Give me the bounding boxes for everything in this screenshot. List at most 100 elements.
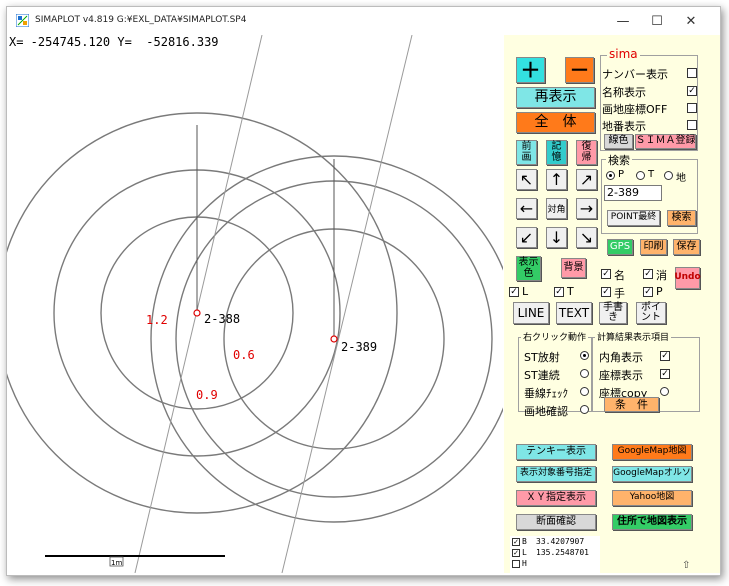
- pan-up-left-button[interactable]: ↖: [516, 169, 537, 190]
- sima-group-title: sima: [607, 47, 640, 61]
- show-name-checkbox[interactable]: ✓: [601, 269, 611, 279]
- yahoo-map-button[interactable]: Yahoo地図: [612, 490, 692, 506]
- sima-option-label: 画地座標OFF: [602, 103, 668, 116]
- number-display-checkbox[interactable]: [687, 68, 697, 78]
- parcel-coord-off-checkbox[interactable]: [687, 103, 697, 113]
- print-button[interactable]: 印刷: [640, 239, 667, 255]
- minimize-button[interactable]: —: [608, 9, 638, 33]
- arrow-down-right-icon: ↘: [579, 228, 594, 247]
- calc-option-label: 内角表示: [599, 351, 643, 364]
- distance-label: 1.2: [146, 313, 168, 327]
- control-panel: ＋ － 再表示 全 体 sima ナンバー表示 名称表示 ✓ 画地座標OFF 地…: [504, 35, 720, 573]
- gps-button[interactable]: GPS: [607, 239, 633, 255]
- prev-screen-button[interactable]: 前 画: [516, 140, 537, 165]
- background-button[interactable]: 背景: [561, 258, 586, 278]
- latitude-value: 33.4207907: [536, 537, 585, 546]
- sima-register-button[interactable]: ＳＩＭＡ登録: [635, 134, 696, 149]
- googlemap-button[interactable]: GoogleMap地図: [612, 444, 692, 460]
- fit-all-button[interactable]: 全 体: [516, 112, 595, 133]
- search-button[interactable]: 検索: [667, 210, 696, 226]
- show-p-checkbox[interactable]: ✓: [643, 287, 653, 297]
- arrow-right-icon: →: [579, 199, 594, 218]
- search-type-t-radio[interactable]: [636, 171, 645, 180]
- search-type-label: T: [648, 169, 655, 180]
- point-button[interactable]: ポイ ント: [636, 302, 666, 324]
- boundary-line-2: [281, 35, 413, 573]
- right-click-option-label: ST放射: [524, 351, 560, 364]
- perpendicular-check-radio[interactable]: [580, 387, 589, 396]
- check-label: L: [522, 285, 529, 298]
- tenkey-button[interactable]: テンキー表示: [516, 444, 596, 460]
- minimize-icon: —: [616, 13, 630, 29]
- window-title: SIMAPLOT v4.819 G:¥EXL_DATA¥SIMAPLOT.SP4: [35, 15, 247, 25]
- arrow-down-icon: ↓: [549, 228, 564, 247]
- pan-left-button[interactable]: ←: [516, 198, 537, 219]
- point-last-button[interactable]: POINT最終: [607, 210, 660, 226]
- search-group-title: 検索: [606, 152, 632, 168]
- pan-right-button[interactable]: →: [576, 198, 597, 219]
- point-label-388: 2-388: [204, 312, 240, 326]
- pan-down-button[interactable]: ↓: [546, 227, 567, 248]
- st-continuous-radio[interactable]: [580, 369, 589, 378]
- handwrite-button[interactable]: 手書 き: [599, 302, 627, 324]
- undo-button[interactable]: Undo: [674, 267, 701, 289]
- maximize-button[interactable]: ☐: [642, 9, 672, 33]
- search-type-p-radio[interactable]: [606, 171, 615, 180]
- show-t-checkbox[interactable]: ✓: [554, 287, 564, 297]
- save-button[interactable]: 保存: [673, 239, 700, 255]
- show-erase-checkbox[interactable]: ✓: [643, 269, 653, 279]
- text-button[interactable]: TEXT: [556, 302, 592, 324]
- redraw-button[interactable]: 再表示: [516, 87, 595, 108]
- latitude-checkbox[interactable]: ✓: [512, 538, 520, 546]
- diagonal-button[interactable]: 対角: [546, 198, 567, 219]
- show-hand-checkbox[interactable]: ✓: [601, 287, 611, 297]
- pan-up-right-button[interactable]: ↗: [576, 169, 597, 190]
- zoom-in-button[interactable]: ＋: [516, 57, 545, 83]
- check-label: 消: [656, 269, 667, 282]
- plot-canvas[interactable]: X= -254745.120 Y= -52816.339 2-388 2-389…: [7, 35, 503, 573]
- plot-drawing: 2-388 2-389 1.2 0.6 0.9 1m: [7, 35, 503, 573]
- memory-button[interactable]: 記 憶: [546, 140, 567, 165]
- longitude-checkbox[interactable]: ✓: [512, 549, 520, 557]
- googlemap-ortho-button[interactable]: GoogleMapオルソ: [612, 466, 692, 482]
- coord-copy-radio[interactable]: [660, 387, 669, 396]
- show-l-checkbox[interactable]: ✓: [509, 287, 519, 297]
- pan-up-button[interactable]: ↑: [546, 169, 567, 190]
- address-map-button[interactable]: 住所で地図表示: [612, 514, 692, 530]
- right-click-option-label: ST連続: [524, 369, 560, 382]
- zoom-out-button[interactable]: －: [565, 57, 594, 83]
- inner-angle-checkbox[interactable]: ✓: [660, 351, 670, 361]
- lot-number-checkbox[interactable]: [687, 120, 697, 130]
- display-color-button[interactable]: 表示 色: [516, 256, 541, 281]
- point-marker-388[interactable]: [193, 309, 201, 317]
- calc-result-title: 計算結果表示項目: [595, 330, 672, 343]
- resize-up-icon[interactable]: ⇧: [682, 560, 690, 571]
- search-type-lot-radio[interactable]: [664, 171, 673, 180]
- cross-section-button[interactable]: 断面確認: [516, 514, 596, 530]
- app-icon: [16, 14, 29, 27]
- line-color-button[interactable]: 線色: [604, 134, 633, 149]
- check-label: 名: [614, 269, 625, 282]
- restore-button[interactable]: 復 帰: [576, 140, 597, 165]
- right-click-title: 右クリック動作: [521, 330, 589, 343]
- height-checkbox[interactable]: [512, 560, 520, 568]
- coord-display-checkbox[interactable]: ✓: [660, 369, 670, 379]
- st-radial-radio[interactable]: [580, 351, 589, 360]
- parcel-confirm-radio[interactable]: [580, 405, 589, 414]
- close-button[interactable]: ✕: [676, 9, 706, 33]
- xy-spec-button[interactable]: ＸＹ指定表示: [516, 490, 596, 506]
- arrow-up-icon: ↑: [549, 170, 564, 189]
- pan-down-left-button[interactable]: ↙: [516, 227, 537, 248]
- condition-button[interactable]: 条 件: [604, 397, 659, 412]
- search-input[interactable]: 2-389: [604, 185, 662, 201]
- target-number-button[interactable]: 表示対象番号指定: [516, 466, 596, 482]
- pan-down-right-button[interactable]: ↘: [576, 227, 597, 248]
- arrow-up-right-icon: ↗: [579, 170, 594, 189]
- name-display-checkbox[interactable]: ✓: [687, 86, 697, 96]
- right-click-option-label: 垂線ﾁｪｯｸ: [524, 387, 568, 400]
- maximize-icon: ☐: [651, 13, 663, 29]
- line-button[interactable]: LINE: [513, 302, 549, 324]
- circle-388-r3: [7, 112, 398, 514]
- point-marker-389[interactable]: [330, 335, 338, 343]
- point-label-389: 2-389: [341, 340, 377, 354]
